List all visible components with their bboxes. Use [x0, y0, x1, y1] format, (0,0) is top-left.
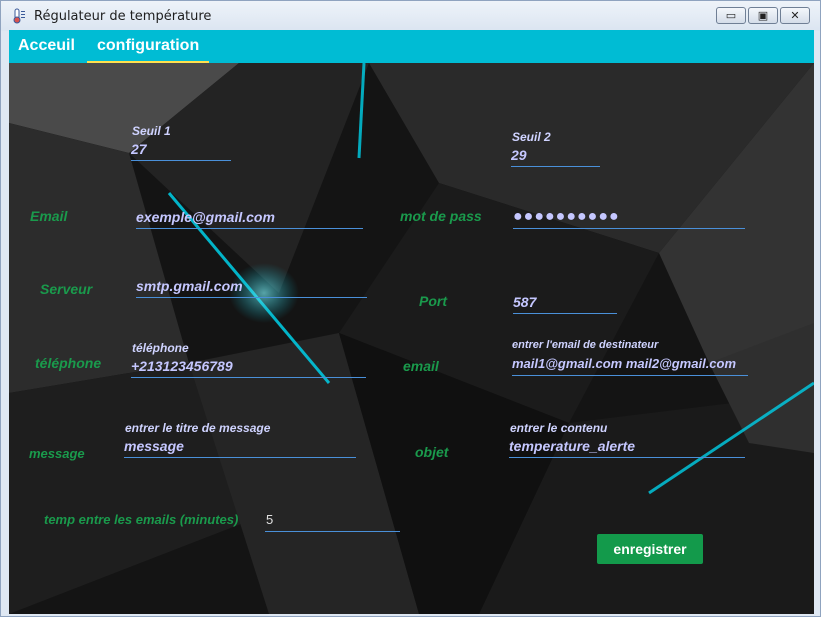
dest-email-hint: entrer l'email de destinateur [512, 339, 659, 351]
interval-input[interactable]: 5 [265, 509, 400, 532]
configuration-panel: Seuil 1 27 Seuil 2 29 Email exemple@gmai… [9, 63, 814, 614]
objet-input[interactable]: temperature_alerte [509, 435, 745, 458]
interval-label: temp entre les emails (minutes) [44, 512, 239, 527]
seuil2-input[interactable]: 29 [511, 144, 600, 167]
window-title: Régulateur de température [34, 9, 212, 24]
seuil1-hint: Seuil 1 [132, 124, 171, 138]
serveur-label: Serveur [40, 281, 93, 297]
telephone-hint: téléphone [132, 341, 189, 355]
minimize-button[interactable]: ▭ [716, 7, 746, 24]
password-label: mot de pass [400, 208, 482, 224]
objet-hint: entrer le contenu [510, 421, 608, 435]
title-bar[interactable]: Régulateur de température ▭ ▣ ✕ [1, 1, 820, 31]
email-input[interactable]: exemple@gmail.com [136, 206, 363, 229]
maximize-button[interactable]: ▣ [748, 7, 778, 24]
seuil2-hint: Seuil 2 [512, 130, 551, 144]
port-input[interactable]: 587 [513, 291, 617, 314]
message-label: message [29, 446, 85, 461]
telephone-input[interactable]: +213123456789 [131, 355, 366, 378]
dest-email-input[interactable]: mail1@gmail.com mail2@gmail.com [512, 353, 748, 376]
close-icon: ✕ [790, 9, 800, 22]
seuil1-input[interactable]: 27 [131, 138, 231, 161]
tab-configuration[interactable]: configuration [87, 30, 210, 63]
tab-bar: Acceuil configuration [9, 30, 814, 63]
maximize-icon: ▣ [757, 9, 769, 22]
minimize-icon: ▭ [725, 9, 737, 22]
message-input[interactable]: message [124, 435, 356, 458]
email-label: Email [30, 208, 68, 224]
port-label: Port [419, 293, 447, 309]
telephone-label: téléphone [35, 355, 102, 371]
app-window: Régulateur de température ▭ ▣ ✕ Acceuil … [0, 0, 821, 617]
save-button[interactable]: enregistrer [597, 534, 703, 564]
close-button[interactable]: ✕ [780, 7, 810, 24]
background-image [9, 63, 814, 614]
thermometer-icon [13, 8, 25, 24]
message-hint: entrer le titre de message [125, 421, 271, 435]
dest-email-label: email [403, 358, 439, 374]
serveur-input[interactable]: smtp.gmail.com [136, 275, 367, 298]
password-input[interactable]: ●●●●●●●●●● [513, 206, 745, 229]
tab-acceuil[interactable]: Acceuil [18, 30, 75, 63]
objet-label: objet [415, 444, 449, 460]
